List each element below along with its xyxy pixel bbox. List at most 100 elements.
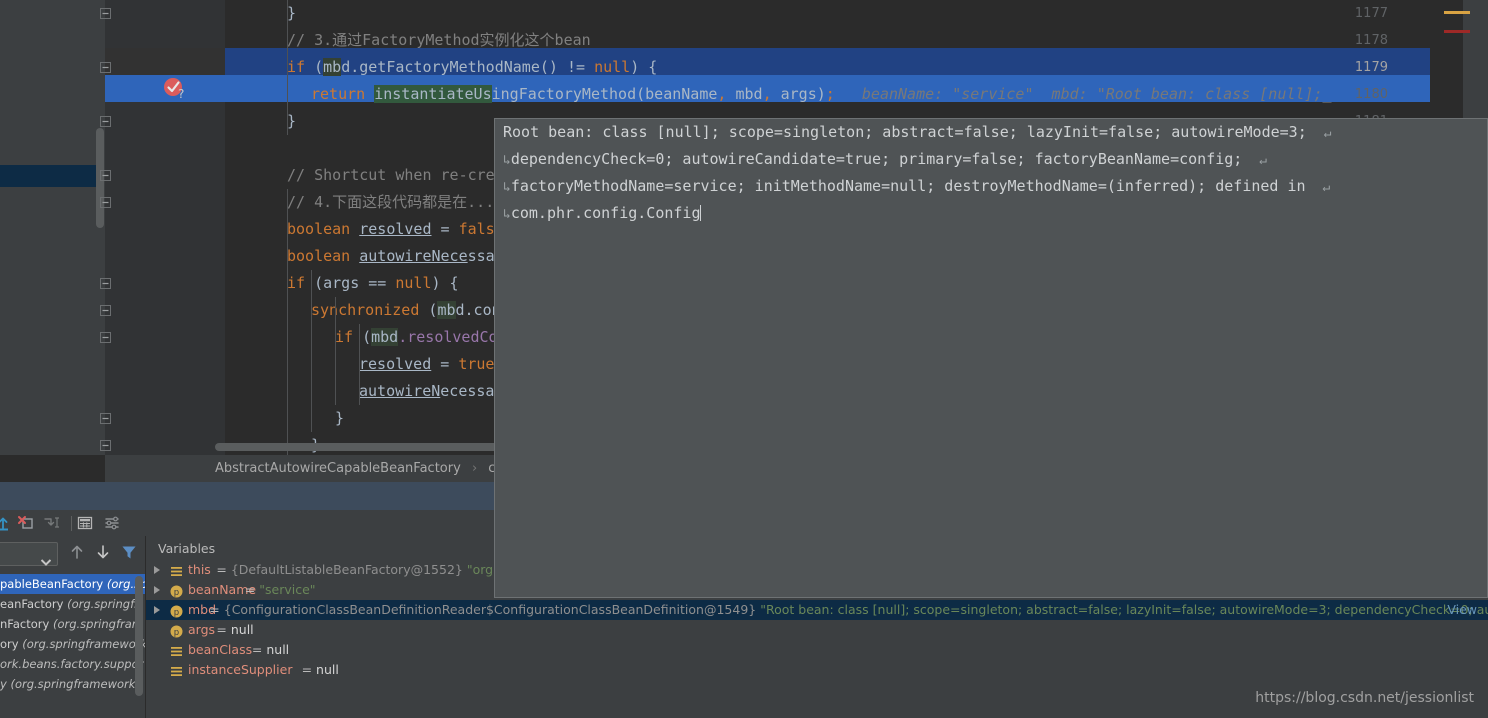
- variable-equals: =: [216, 562, 231, 577]
- variable-value: "service": [259, 582, 316, 597]
- variable-equals: =: [251, 642, 267, 657]
- frames-panel[interactable]: pableBeanFactory (org.sp eanFactory (org.…: [0, 536, 145, 718]
- frame-list-item[interactable]: pableBeanFactory (org.sp: [0, 574, 145, 594]
- variable-value: null: [316, 662, 339, 677]
- error-stripe-mark[interactable]: [1444, 30, 1470, 33]
- param-icon: p: [170, 584, 183, 598]
- field-icon: [170, 664, 183, 677]
- fold-marker-icon[interactable]: [100, 108, 111, 135]
- code-line[interactable]: // 4.下面这段代码都是在...: [225, 189, 494, 216]
- breadcrumb-separator-icon: ›: [471, 461, 478, 476]
- watermark: https://blog.csdn.net/jessionlist: [1255, 690, 1474, 706]
- breakpoint-icon[interactable]: ?: [163, 77, 189, 101]
- variable-equals: =: [216, 622, 231, 637]
- code-line[interactable]: }: [225, 108, 296, 135]
- code-line[interactable]: if (args == null) {: [225, 270, 459, 297]
- code-line[interactable]: resolved = true;: [225, 351, 504, 378]
- code-line[interactable]: }: [225, 405, 344, 432]
- frame-method: ory: [0, 637, 19, 651]
- fold-marker-icon[interactable]: [100, 432, 111, 455]
- tooltip-line: ↳dependencyCheck=0; autowireCandidate=tr…: [503, 150, 1268, 168]
- gutter-current-line-highlight: [105, 48, 225, 75]
- drop-frame-icon[interactable]: [17, 514, 35, 532]
- indent-guide: [287, 189, 288, 455]
- frame-package: (org.springframework: [22, 637, 145, 651]
- frame-list-item[interactable]: y (org.springframework.: [0, 674, 145, 694]
- variable-row[interactable]: instanceSupplier = null: [146, 660, 1488, 680]
- left-sliver-selected-row[interactable]: [0, 165, 96, 187]
- param-icon: p: [170, 624, 183, 638]
- frame-package: (org.springfr: [67, 597, 139, 611]
- field-icon: [170, 644, 183, 657]
- stack-up-icon[interactable]: [70, 544, 84, 564]
- svg-text:p: p: [174, 628, 179, 638]
- settings-lines-icon[interactable]: [103, 514, 121, 532]
- expand-arrow-icon[interactable]: [154, 606, 160, 614]
- variable-equals: =: [244, 582, 260, 597]
- fold-marker-icon[interactable]: [100, 270, 111, 297]
- frame-list-item[interactable]: eanFactory (org.springfr: [0, 594, 145, 614]
- evaluate-expression-icon[interactable]: [76, 514, 94, 532]
- tooltip-line: ↳factoryMethodName=service; initMethodNa…: [503, 177, 1331, 195]
- breadcrumb-class[interactable]: AbstractAutowireCapableBeanFactory: [215, 461, 461, 476]
- variables-title: Variables: [158, 541, 216, 556]
- fold-marker-icon[interactable]: [100, 297, 111, 324]
- variable-value: null: [266, 642, 290, 657]
- code-line[interactable]: }: [225, 0, 296, 27]
- value-tooltip-popup[interactable]: Root bean: class [null]; scope=singleton…: [494, 118, 1488, 598]
- variable-name: beanClass: [188, 642, 253, 657]
- frame-package: (org.springfram: [52, 617, 143, 631]
- variable-name: args: [188, 622, 216, 637]
- error-stripe-mark[interactable]: [1444, 11, 1470, 14]
- expand-arrow-icon[interactable]: [154, 566, 160, 574]
- code-line[interactable]: return instantiateUsingFactoryMethod(bea…: [225, 81, 1332, 108]
- variable-name: this: [188, 562, 211, 577]
- indent-guide: [311, 270, 312, 432]
- fold-marker-icon[interactable]: [100, 405, 111, 432]
- frame-list-item[interactable]: nFactory (org.springfram: [0, 614, 145, 634]
- variable-row[interactable]: beanClass = null: [146, 640, 1488, 660]
- frame-list-item[interactable]: ory (org.springframework: [0, 634, 145, 654]
- code-line[interactable]: boolean resolved = false;: [225, 216, 513, 243]
- breadcrumb-left-pad: [0, 455, 105, 482]
- view-value-link[interactable]: View: [1447, 600, 1477, 620]
- force-step-into-icon[interactable]: [0, 514, 12, 532]
- tooltip-line: ↳com.phr.config.Config: [503, 204, 702, 222]
- filter-icon[interactable]: [122, 544, 136, 564]
- frame-package: ork.beans.factory.suppor: [0, 657, 144, 671]
- indent-guide: [287, 0, 288, 135]
- stack-down-icon[interactable]: [96, 544, 110, 564]
- expand-arrow-icon[interactable]: [154, 586, 160, 594]
- variable-row[interactable]: p args = null: [146, 620, 1488, 640]
- frame-method: nFactory: [0, 617, 50, 631]
- frame-method: eanFactory: [0, 597, 64, 611]
- frames-toolbar[interactable]: [0, 536, 145, 572]
- variable-value: "Root bean: class [null]; scope=singleto…: [760, 602, 1488, 617]
- fold-marker-icon[interactable]: [100, 0, 111, 27]
- variable-equals: =: [301, 662, 317, 677]
- thread-selector-dropdown[interactable]: [0, 542, 58, 566]
- code-line[interactable]: // 3.通过FactoryMethod实例化这个bean: [225, 27, 591, 54]
- indent-guide: [335, 297, 336, 405]
- svg-text:p: p: [174, 588, 179, 598]
- fold-marker-icon[interactable]: [100, 324, 111, 351]
- left-tool-sliver[interactable]: [0, 0, 105, 455]
- chevron-down-icon: [40, 551, 52, 570]
- frame-package: y (org.springframework.: [0, 677, 140, 691]
- variable-row[interactable]: p mbd = {ConfigurationClassBeanDefinition…: [146, 600, 1488, 620]
- frame-list-item[interactable]: ork.beans.factory.suppor: [0, 654, 145, 674]
- frames-scrollbar[interactable]: [135, 576, 143, 696]
- ide-window: 1177117811791180118111821183118411851186…: [0, 0, 1488, 718]
- param-icon: p: [170, 604, 183, 618]
- svg-text:?: ?: [178, 87, 184, 101]
- indent-guide: [359, 324, 360, 405]
- fold-marker-icon[interactable]: [100, 162, 111, 189]
- fold-marker-icon[interactable]: [100, 189, 111, 216]
- run-to-cursor-icon[interactable]: [43, 514, 61, 532]
- code-line[interactable]: if (mbd.getFactoryMethodName() != null) …: [225, 54, 657, 81]
- fold-marker-icon[interactable]: [100, 54, 111, 81]
- svg-text:p: p: [174, 608, 179, 618]
- tooltip-line: Root bean: class [null]; scope=singleton…: [503, 123, 1332, 141]
- variable-ref: {ConfigurationClassBeanDefinitionReader$…: [223, 602, 757, 617]
- toolbar-separator: [71, 516, 72, 531]
